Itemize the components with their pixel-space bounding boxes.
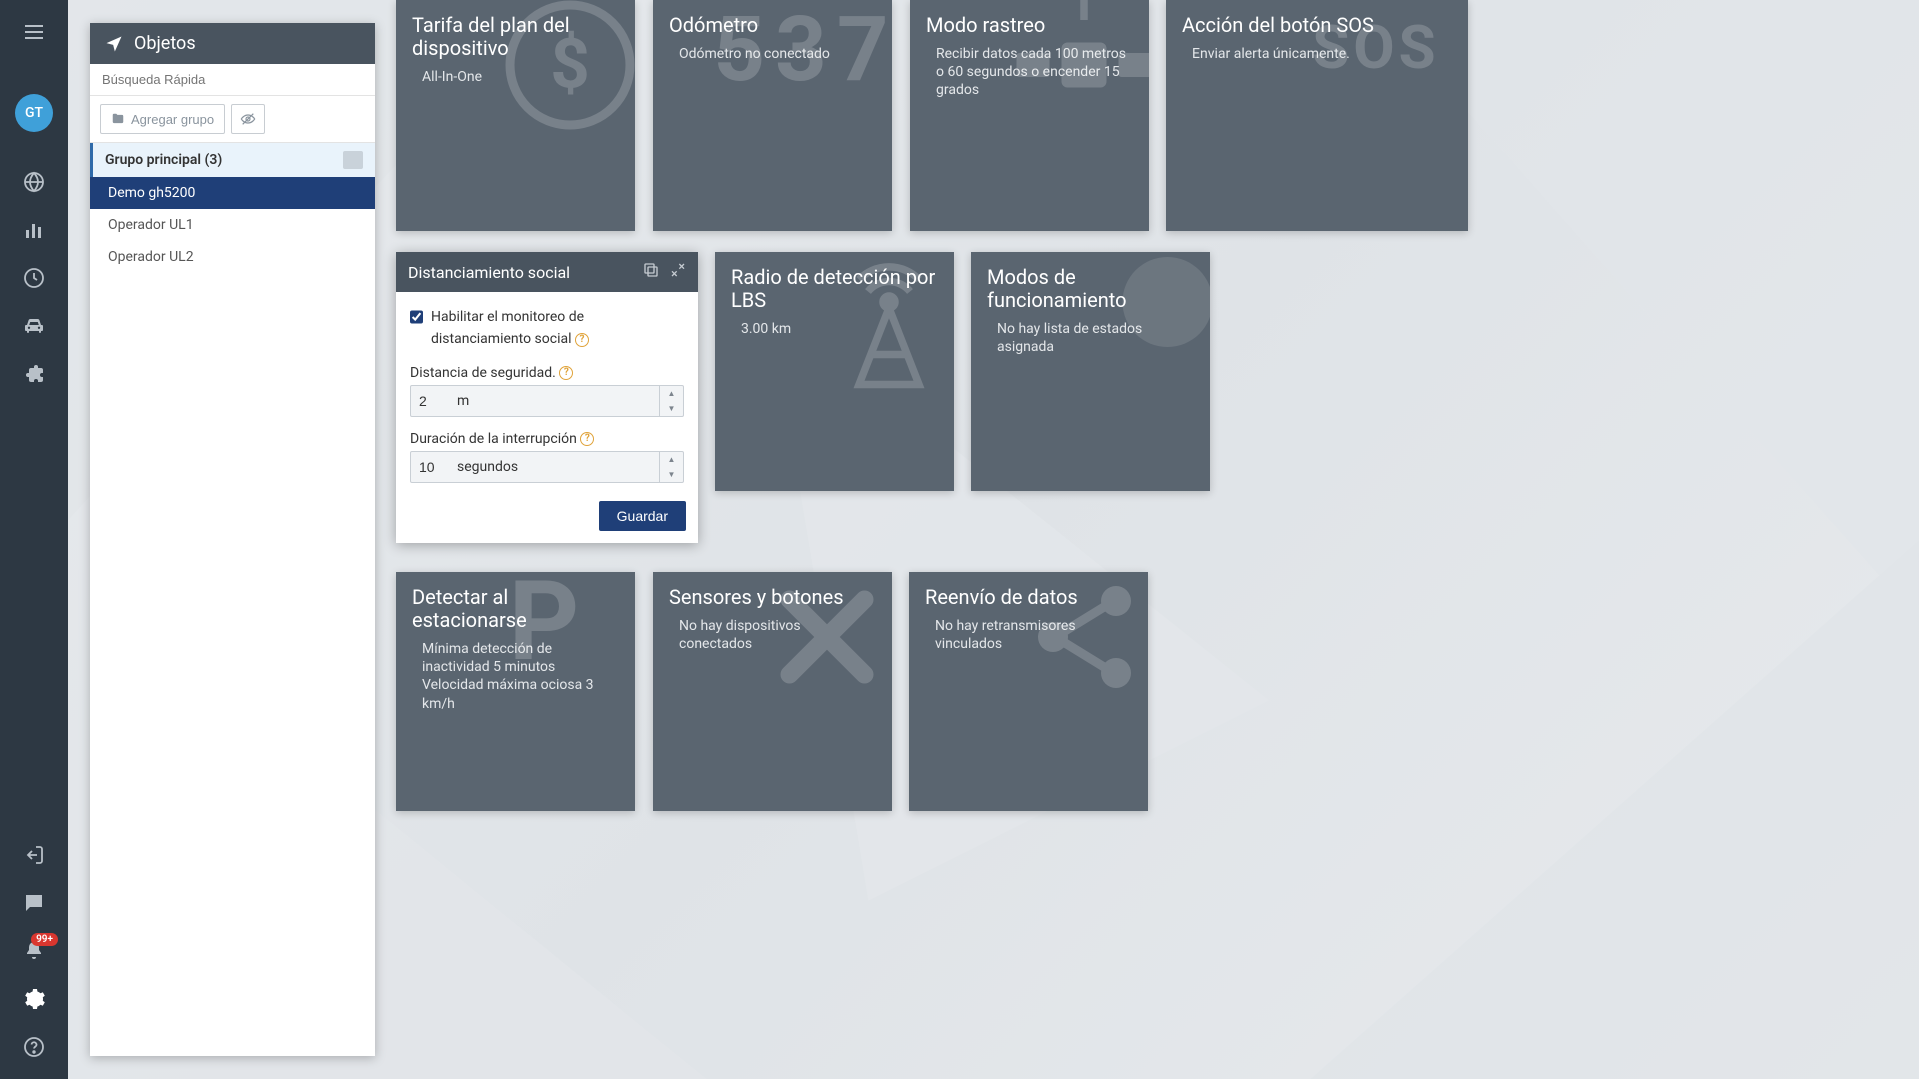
enable-monitoring-checkbox-row[interactable]: Habilitar el monitoreo de distanciamient… <box>410 306 684 351</box>
tile-title: Tarifa del plan del dispositivo <box>412 14 619 60</box>
nav-fleet[interactable] <box>0 304 68 348</box>
duration-unit: segundos <box>457 459 659 475</box>
tile-sos[interactable]: Acción del botón SOS Enviar alerta única… <box>1166 0 1468 231</box>
tile-subtitle: Mínima detección de inactividad 5 minuto… <box>412 640 619 713</box>
tile-subtitle: No hay dispositivos conectados <box>669 617 876 653</box>
social-card-title: Distanciamiento social <box>408 263 570 282</box>
safety-distance-value[interactable] <box>419 393 457 409</box>
tile-title: Modos de funcionamiento <box>987 266 1194 312</box>
car-icon <box>22 314 46 338</box>
group-header-label: Grupo principal (3) <box>105 152 222 168</box>
tile-modes[interactable]: Modos de funcionamiento No hay lista de … <box>971 252 1210 491</box>
stepper-down[interactable]: ▼ <box>660 467 683 482</box>
safety-distance-input[interactable]: m ▲▼ <box>410 385 684 417</box>
nav-notifications[interactable]: 99+ <box>0 929 68 973</box>
tile-subtitle: All-In-One <box>412 68 619 86</box>
duration-value[interactable] <box>419 459 457 475</box>
tile-plan[interactable]: Tarifa del plan del dispositivo All-In-O… <box>396 0 635 231</box>
nav-settings[interactable] <box>0 977 68 1021</box>
nav-history[interactable] <box>0 256 68 300</box>
collapse-button[interactable] <box>670 262 686 282</box>
folder-plus-icon <box>111 112 125 126</box>
stepper-up[interactable]: ▲ <box>660 386 683 401</box>
object-item[interactable]: Operador UL2 <box>90 241 375 273</box>
puzzle-icon <box>22 362 46 386</box>
nav-globe[interactable] <box>0 160 68 204</box>
nav-plugins[interactable] <box>0 352 68 396</box>
tile-subtitle: Enviar alerta únicamente. <box>1182 45 1452 63</box>
object-item[interactable]: Demo gh5200 <box>90 177 375 209</box>
objects-toolbar: Agregar grupo <box>90 96 375 143</box>
hamburger-menu-button[interactable] <box>0 10 68 54</box>
user-avatar[interactable]: GT <box>15 94 53 132</box>
hamburger-icon <box>22 20 46 44</box>
tile-title: Detectar al estacionarse <box>412 586 619 632</box>
tile-subtitle: No hay lista de estados asignada <box>987 320 1194 356</box>
social-card-header: Distanciamiento social <box>396 252 698 292</box>
nav-logout[interactable] <box>0 833 68 877</box>
add-group-button[interactable]: Agregar grupo <box>100 104 225 134</box>
globe-icon <box>22 170 46 194</box>
tile-title: Odómetro <box>669 14 876 37</box>
enable-monitoring-label: Habilitar el monitoreo de distanciamient… <box>431 309 584 347</box>
group-chat-icon <box>343 151 363 169</box>
safety-distance-label: Distancia de seguridad. <box>410 365 556 381</box>
history-icon <box>22 266 46 290</box>
save-button[interactable]: Guardar <box>599 501 686 531</box>
stage: Objetos Agregar grupo Grupo principal (3… <box>68 0 1919 1079</box>
tile-subtitle: No hay retransmisores vinculados <box>925 617 1132 653</box>
tile-forwarding[interactable]: Reenvío de datos No hay retransmisores v… <box>909 572 1148 811</box>
eye-off-icon <box>240 111 256 127</box>
tile-title: Radio de detección por LBS <box>731 266 938 312</box>
nav-reports[interactable] <box>0 208 68 252</box>
tile-title: Modo rastreo <box>926 14 1133 37</box>
help-icon[interactable]: ? <box>575 333 589 347</box>
safety-distance-unit: m <box>457 393 659 409</box>
gear-icon <box>22 987 46 1011</box>
group-header[interactable]: Grupo principal (3) <box>90 143 375 177</box>
tile-odometer[interactable]: Odómetro Odómetro no conectado 537 <box>653 0 892 231</box>
objects-search-input[interactable] <box>90 64 375 96</box>
tile-sensors[interactable]: Sensores y botones No hay dispositivos c… <box>653 572 892 811</box>
tile-title: Reenvío de datos <box>925 586 1132 609</box>
enable-monitoring-checkbox[interactable] <box>410 309 423 325</box>
duration-input[interactable]: segundos ▲▼ <box>410 451 684 483</box>
left-rail: GT 99+ <box>0 0 68 1079</box>
objects-panel: Objetos Agregar grupo Grupo principal (3… <box>90 23 375 1056</box>
tile-subtitle: Odómetro no conectado <box>669 45 876 63</box>
object-item[interactable]: Operador UL1 <box>90 209 375 241</box>
notification-badge: 99+ <box>31 933 58 946</box>
copy-icon <box>642 261 660 279</box>
duration-label: Duración de la interrupción <box>410 431 577 447</box>
help-icon[interactable]: ? <box>559 366 573 380</box>
social-distancing-card: Distanciamiento social Habilitar el moni… <box>396 252 698 543</box>
nav-chat[interactable] <box>0 881 68 925</box>
tile-tracking[interactable]: Modo rastreo Recibir datos cada 100 metr… <box>910 0 1149 231</box>
tile-subtitle: 3.00 km <box>731 320 938 338</box>
stepper-down[interactable]: ▼ <box>660 401 683 416</box>
toggle-visibility-button[interactable] <box>231 104 265 134</box>
tile-lbs[interactable]: Radio de detección por LBS 3.00 km <box>715 252 954 491</box>
tile-title: Sensores y botones <box>669 586 876 609</box>
chat-icon <box>22 891 46 915</box>
copy-button[interactable] <box>642 261 660 283</box>
logout-icon <box>22 843 46 867</box>
stepper-up[interactable]: ▲ <box>660 452 683 467</box>
bar-chart-icon <box>22 218 46 242</box>
collapse-icon <box>670 262 686 278</box>
objects-panel-header: Objetos <box>90 23 375 64</box>
location-arrow-icon <box>104 34 124 54</box>
nav-help[interactable] <box>0 1025 68 1069</box>
add-group-label: Agregar grupo <box>131 112 214 127</box>
objects-list: Demo gh5200Operador UL1Operador UL2 <box>90 177 375 273</box>
help-icon <box>22 1035 46 1059</box>
tile-parking[interactable]: Detectar al estacionarse Mínima detecció… <box>396 572 635 811</box>
objects-panel-title: Objetos <box>134 33 196 54</box>
tile-subtitle: Recibir datos cada 100 metros o 60 segun… <box>926 45 1133 100</box>
tile-title: Acción del botón SOS <box>1182 14 1452 37</box>
help-icon[interactable]: ? <box>580 432 594 446</box>
